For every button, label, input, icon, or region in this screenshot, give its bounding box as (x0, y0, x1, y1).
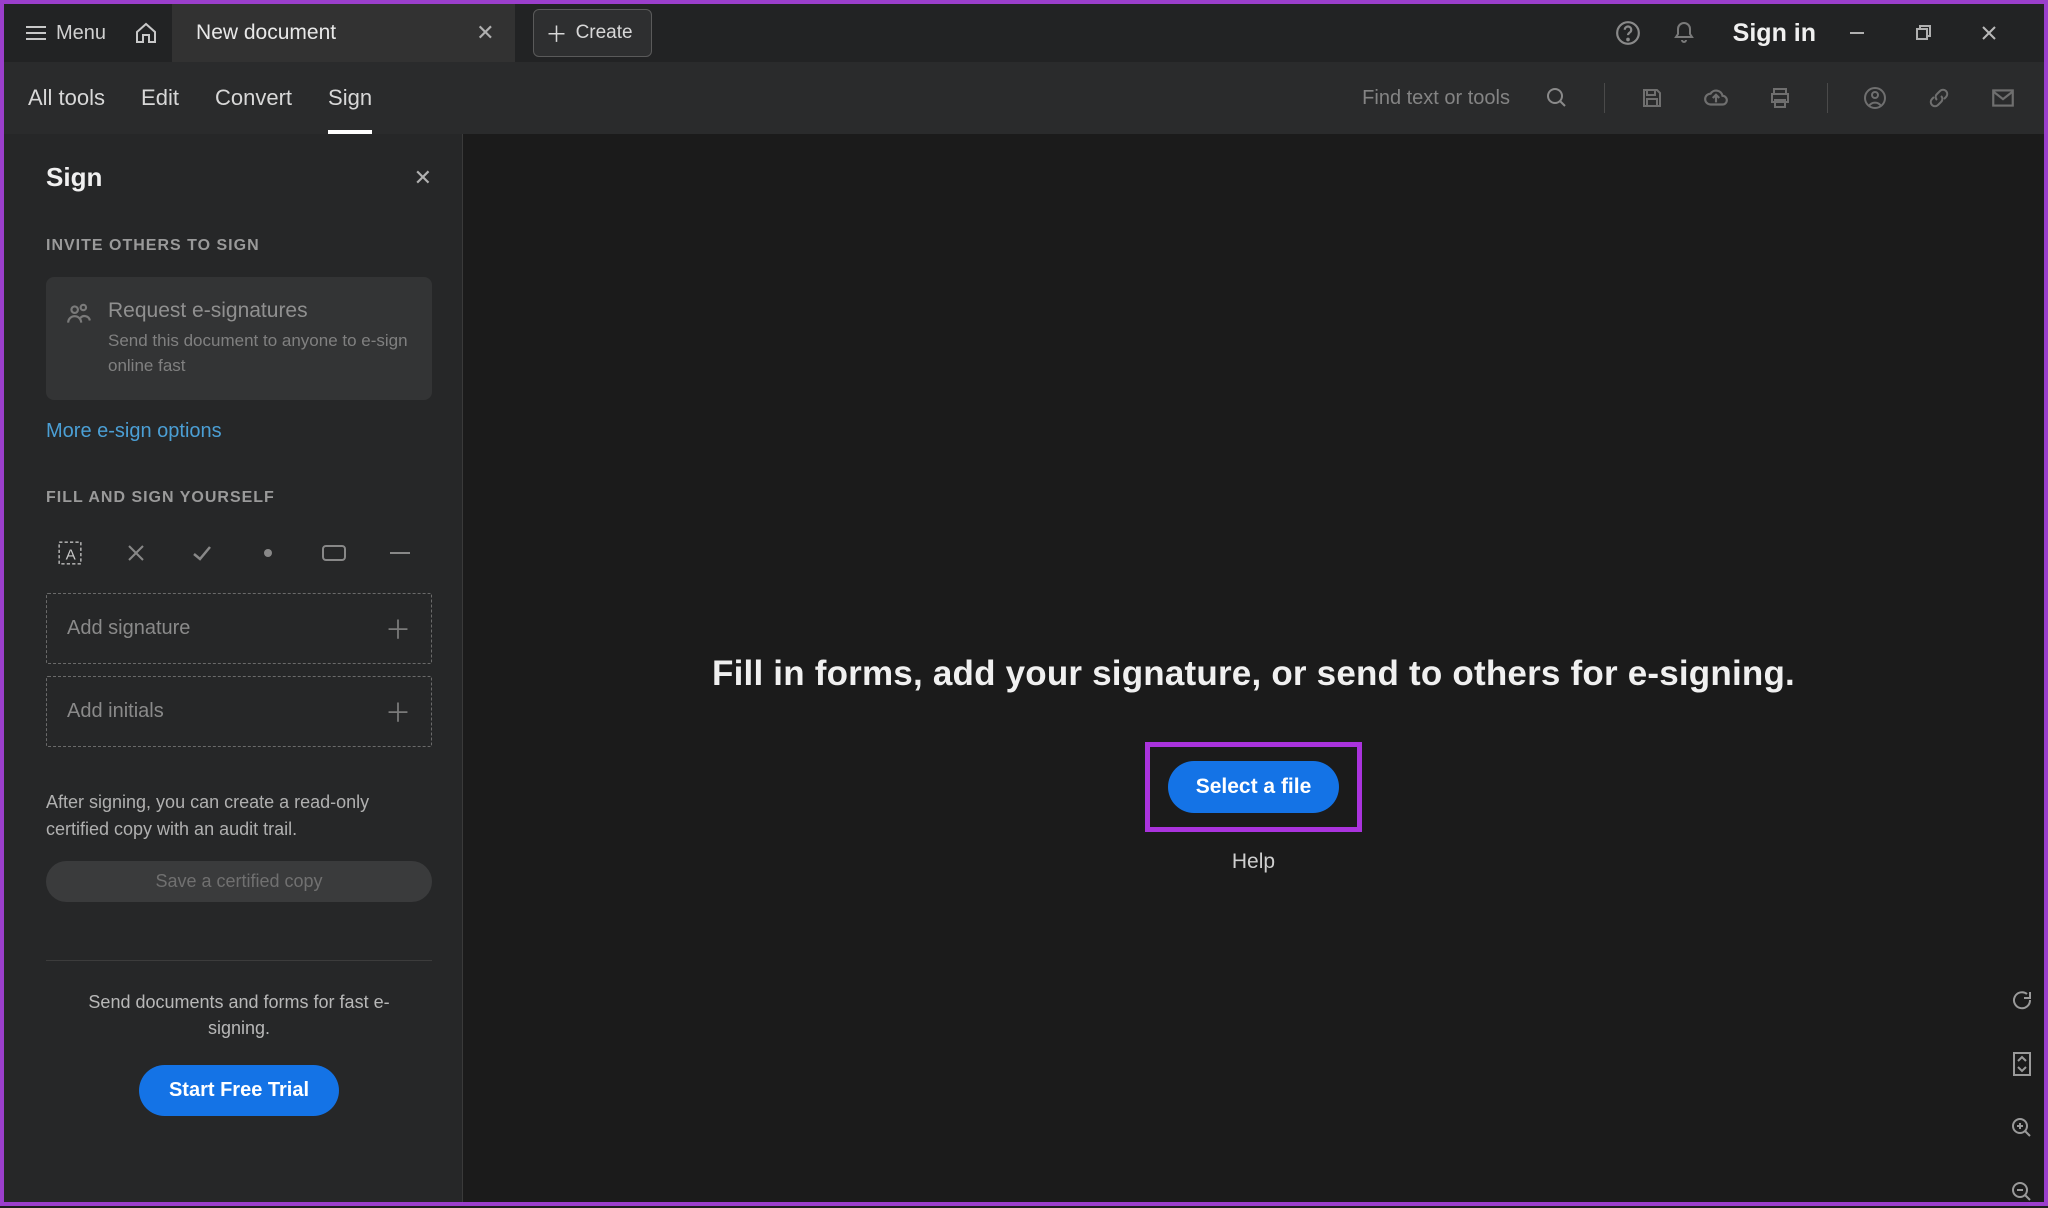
cloud-upload-icon (1703, 85, 1729, 111)
share-user-icon (1863, 86, 1887, 110)
annotation-highlight: Select a file (1145, 742, 1363, 832)
search-button[interactable] (1540, 81, 1574, 115)
certified-copy-info: After signing, you can create a read-onl… (46, 789, 432, 843)
dot-icon (262, 547, 274, 559)
mail-icon (1990, 85, 2016, 111)
toolbar: All tools Edit Convert Sign Find text or… (4, 62, 2044, 134)
save-button[interactable] (1635, 81, 1669, 115)
tab-title: New document (196, 21, 336, 45)
text-box-icon: A (57, 540, 83, 566)
request-esignatures-card[interactable]: Request e-signatures Send this document … (46, 277, 432, 400)
hamburger-icon (26, 26, 46, 40)
more-esign-options-link[interactable]: More e-sign options (46, 420, 432, 443)
main-area: Fill in forms, add your signature, or se… (463, 134, 2044, 1202)
sign-sidebar: Sign ✕ INVITE OTHERS TO SIGN Request e-s… (4, 134, 463, 1202)
zoom-out-icon (2010, 1180, 2034, 1204)
tab-edit[interactable]: Edit (141, 62, 179, 134)
find-placeholder[interactable]: Find text or tools (1362, 87, 1510, 110)
select-a-file-button[interactable]: Select a file (1168, 761, 1340, 813)
sidebar-title: Sign (46, 162, 102, 193)
menu-label: Menu (56, 22, 106, 45)
check-tool[interactable] (188, 539, 216, 567)
save-icon (1640, 86, 1664, 110)
check-icon (190, 541, 214, 565)
people-icon (66, 299, 92, 378)
invite-section-label: INVITE OTHERS TO SIGN (46, 237, 432, 255)
search-icon (1545, 86, 1569, 110)
add-signature-label: Add signature (67, 617, 190, 640)
mail-button[interactable] (1986, 81, 2020, 115)
main-headline: Fill in forms, add your signature, or se… (712, 654, 1795, 694)
bell-icon-button[interactable] (1667, 16, 1701, 50)
dot-tool[interactable] (254, 539, 282, 567)
rectangle-icon (321, 544, 347, 562)
print-button[interactable] (1763, 81, 1797, 115)
sign-in-link[interactable]: Sign in (1723, 19, 1826, 48)
divider (1604, 83, 1605, 113)
link-icon (1927, 86, 1951, 110)
sidebar-close-button[interactable]: ✕ (414, 165, 432, 191)
home-button[interactable] (120, 11, 172, 55)
plus-icon: ＋ (546, 17, 568, 49)
plus-icon: ＋ (385, 693, 411, 730)
divider (46, 960, 432, 961)
cloud-upload-button[interactable] (1699, 81, 1733, 115)
minimize-icon (1848, 24, 1866, 42)
bell-icon (1672, 21, 1696, 45)
help-icon-button[interactable] (1611, 16, 1645, 50)
menu-button[interactable]: Menu (12, 14, 120, 53)
close-icon (1980, 24, 1998, 42)
zoom-in-button[interactable] (2006, 1112, 2038, 1144)
promo-text: Send documents and forms for fast e-sign… (46, 989, 432, 1041)
card-desc: Send this document to anyone to e-sign o… (108, 329, 410, 378)
add-initials-button[interactable]: Add initials ＋ (46, 676, 432, 747)
add-signature-button[interactable]: Add signature ＋ (46, 593, 432, 664)
help-circle-icon (1615, 20, 1641, 46)
start-free-trial-button[interactable]: Start Free Trial (139, 1065, 339, 1116)
content-area: Sign ✕ INVITE OTHERS TO SIGN Request e-s… (4, 134, 2044, 1202)
right-rail (2006, 984, 2038, 1208)
create-button[interactable]: ＋ Create (533, 9, 652, 57)
link-button[interactable] (1922, 81, 1956, 115)
fill-tool-row: A (46, 529, 432, 593)
window-minimize-button[interactable] (1848, 24, 1892, 42)
window-close-button[interactable] (1980, 24, 2024, 42)
rectangle-tool[interactable] (320, 539, 348, 567)
line-tool[interactable] (386, 539, 414, 567)
divider (1827, 83, 1828, 113)
save-certified-copy-button: Save a certified copy (46, 861, 432, 902)
x-mark-icon (126, 543, 146, 563)
window-maximize-button[interactable] (1914, 24, 1958, 42)
maximize-icon (1914, 24, 1932, 42)
home-icon (134, 21, 158, 45)
reload-icon (2010, 988, 2034, 1012)
cross-tool[interactable] (122, 539, 150, 567)
zoom-in-icon (2010, 1116, 2034, 1140)
fill-self-label: FILL AND SIGN YOURSELF (46, 489, 432, 507)
share-user-button[interactable] (1858, 81, 1892, 115)
close-tab-button[interactable]: ✕ (476, 20, 494, 46)
create-label: Create (576, 22, 633, 44)
text-tool[interactable]: A (56, 539, 84, 567)
tab-sign[interactable]: Sign (328, 62, 372, 134)
title-right-controls: Sign in (1611, 16, 2036, 50)
line-icon (388, 550, 412, 556)
add-initials-label: Add initials (67, 700, 164, 723)
help-link[interactable]: Help (1232, 850, 1275, 874)
zoom-out-button[interactable] (2006, 1176, 2038, 1208)
svg-text:A: A (66, 547, 77, 564)
sub-tabs: All tools Edit Convert Sign (28, 62, 372, 134)
page-fit-button[interactable] (2006, 1048, 2038, 1080)
reload-button[interactable] (2006, 984, 2038, 1016)
card-title: Request e-signatures (108, 299, 410, 323)
tab-all-tools[interactable]: All tools (28, 62, 105, 134)
tab-convert[interactable]: Convert (215, 62, 292, 134)
page-fit-icon (2010, 1051, 2034, 1077)
title-bar: Menu New document ✕ ＋ Create Sign in (4, 4, 2044, 62)
plus-icon: ＋ (385, 610, 411, 647)
print-icon (1768, 86, 1792, 110)
document-tab[interactable]: New document ✕ (172, 4, 515, 62)
toolbar-right: Find text or tools (1362, 81, 2020, 115)
